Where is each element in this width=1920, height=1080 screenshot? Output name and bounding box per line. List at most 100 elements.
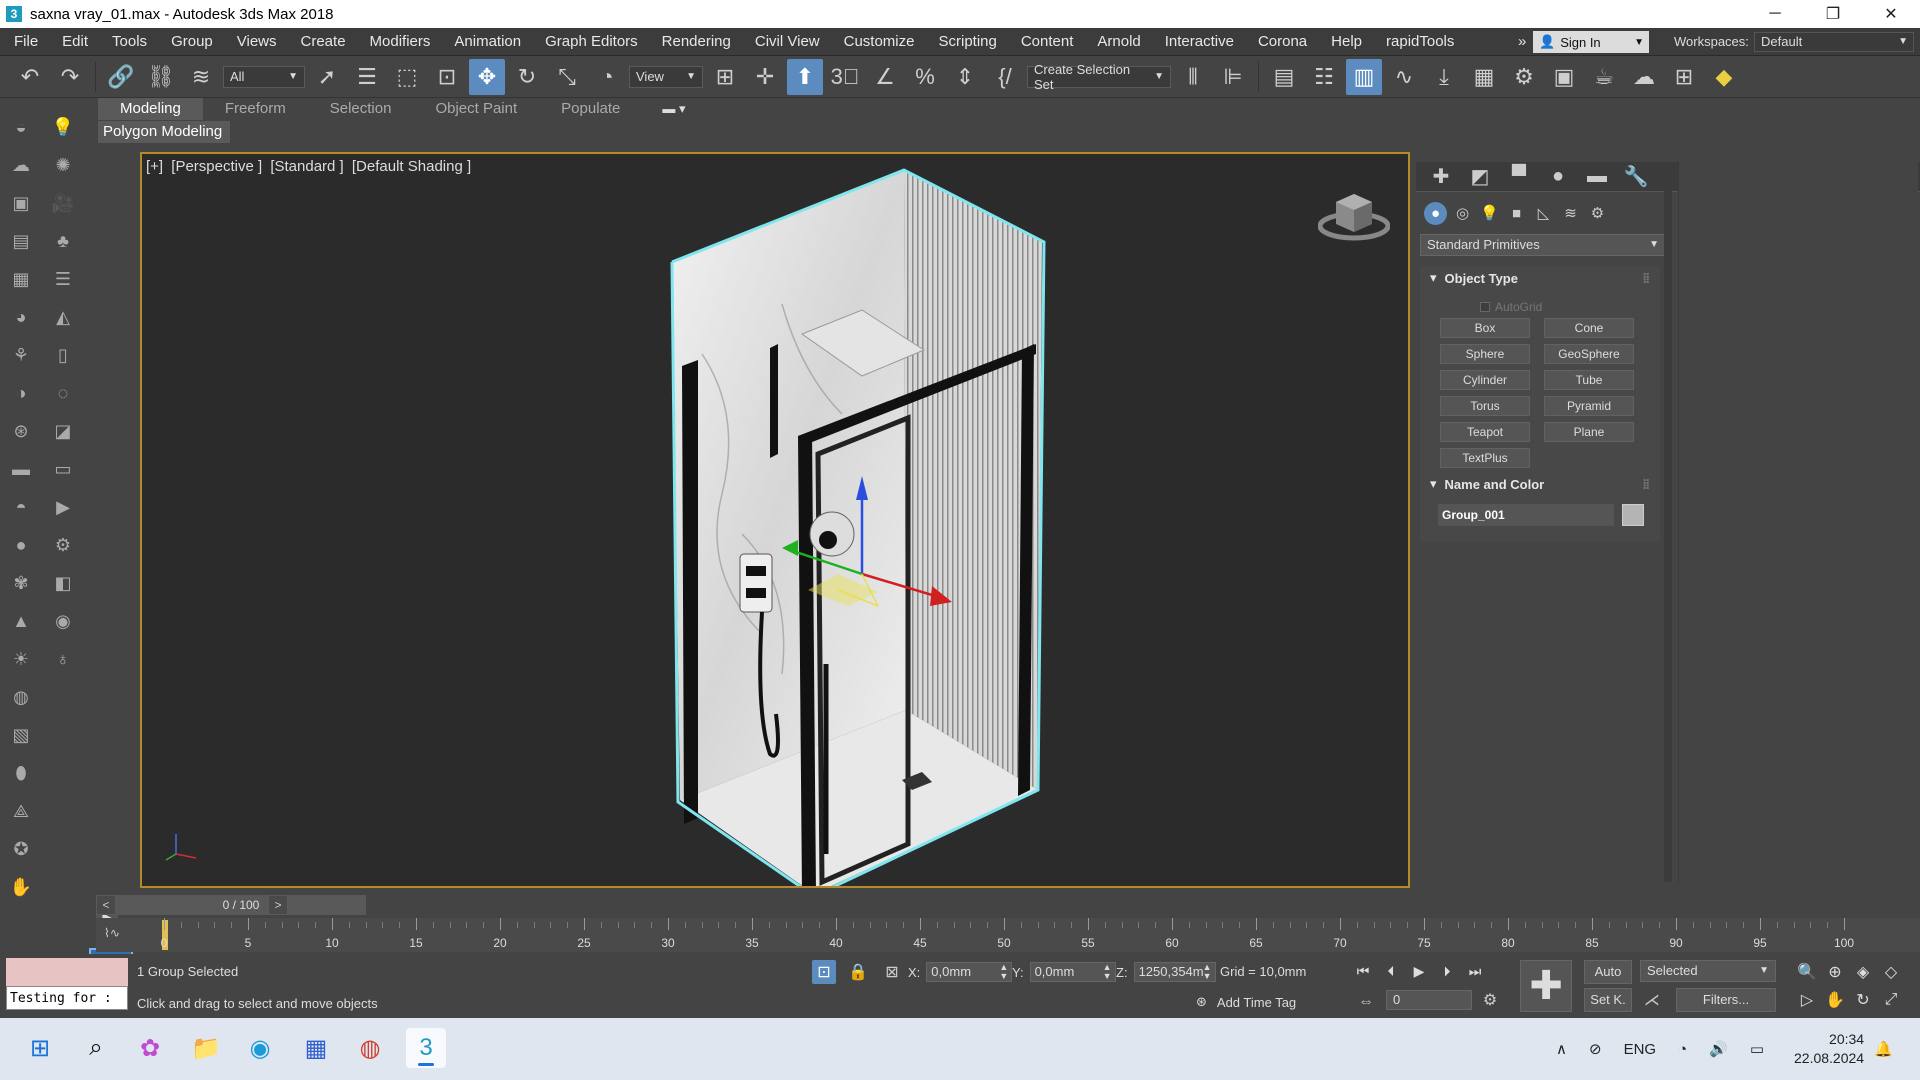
nurbs-icon[interactable]: ◕ <box>6 302 36 332</box>
time-slider[interactable]: < 0 / 100 > <box>96 895 366 915</box>
camera-icon[interactable]: 🎥 <box>48 188 78 218</box>
menu-help[interactable]: Help <box>1319 33 1374 50</box>
material-editor-icon[interactable]: ▦ <box>1466 59 1502 95</box>
object-type-header[interactable]: ▾ Object Type ⣿ <box>1420 266 1660 290</box>
maxscript-mini-listener-input[interactable]: Testing for : <box>6 986 128 1010</box>
trackbar[interactable]: ⌇∿ 0 5 10 15 20 25 30 35 40 45 50 55 60 65 70 75 80 85 90 9… <box>96 918 1920 952</box>
patch-grid-icon[interactable]: ▦ <box>6 264 36 294</box>
sphere-button[interactable]: Sphere <box>1440 344 1530 364</box>
previous-frame-icon[interactable]: ⏴ <box>1380 960 1402 982</box>
shapes-icon[interactable]: ◎ <box>1451 202 1474 225</box>
compound-icon[interactable]: ▣ <box>6 188 36 218</box>
window-icon[interactable]: ◪ <box>48 416 78 446</box>
y-field[interactable]: 0,0mm ▲ ▼ <box>1029 962 1116 982</box>
particle-icon[interactable]: ▤ <box>6 226 36 256</box>
plane-button[interactable]: Plane <box>1544 422 1634 442</box>
undo-icon[interactable]: ↶ <box>12 59 48 95</box>
menu-civil-view[interactable]: Civil View <box>743 33 832 50</box>
sign-in-dropdown[interactable]: 👤 Sign In ▼ <box>1533 31 1649 53</box>
wifi-icon[interactable]: ◔ <box>1678 1041 1687 1058</box>
render-in-cloud-icon[interactable]: ☁ <box>1626 59 1662 95</box>
create-tab-icon[interactable]: ✚ <box>1426 164 1456 190</box>
spinner-snap-icon[interactable]: ⇕ <box>947 59 983 95</box>
select-by-name-icon[interactable]: ☰ <box>349 59 385 95</box>
selection-filter-dropdown[interactable]: All ▼ <box>223 65 305 88</box>
manipulate-icon[interactable]: ✛ <box>747 59 783 95</box>
set-key-button[interactable]: Set K. <box>1584 988 1632 1012</box>
menu-content[interactable]: Content <box>1009 33 1086 50</box>
menu-graph-editors[interactable]: Graph Editors <box>533 33 650 50</box>
object-name-field[interactable]: Group_001 <box>1438 504 1614 526</box>
absolute-mode-icon[interactable]: ⊠ <box>880 960 904 984</box>
menu-edit[interactable]: Edit <box>50 33 100 50</box>
utilities-tab-icon[interactable]: 🔧 <box>1621 164 1651 190</box>
door-icon[interactable]: ▯ <box>48 340 78 370</box>
name-and-color-header[interactable]: ▾ Name and Color ⣿ <box>1420 472 1660 496</box>
scene-explorer-icon[interactable]: ☷ <box>1306 59 1342 95</box>
play-icon[interactable]: ▶ <box>1408 960 1430 982</box>
maxscript-listener[interactable]: Testing for : <box>6 958 128 1014</box>
microsoft-store-icon[interactable]: ▦ <box>296 1028 336 1068</box>
tab-populate[interactable]: Populate <box>539 98 642 120</box>
sphere-icon[interactable]: ● <box>6 530 36 560</box>
chrome-icon[interactable]: ◍ <box>350 1028 390 1068</box>
3dsmax-taskbar-icon[interactable]: 3 <box>406 1028 446 1068</box>
x-field[interactable]: 0,0mm ▲ ▼ <box>926 962 1013 982</box>
helpers-icon[interactable]: ◺ <box>1532 202 1555 225</box>
torus-knot-icon[interactable]: ✾ <box>6 568 36 598</box>
add-time-tag[interactable]: ⊛ Add Time Tag <box>1196 994 1296 1010</box>
geometry-icon[interactable]: ● <box>1424 201 1447 225</box>
reference-coordinate-dropdown[interactable]: View ▼ <box>629 65 703 88</box>
zoom-icon[interactable]: 🔍 <box>1795 960 1819 984</box>
tab-object-paint[interactable]: Object Paint <box>413 98 539 120</box>
render-setup-icon[interactable]: ⚙ <box>1506 59 1542 95</box>
teapot-button[interactable]: Teapot <box>1440 422 1530 442</box>
search-icon[interactable]: ⌕ <box>76 1028 116 1068</box>
asset-library-icon[interactable]: ⊞ <box>1666 59 1702 95</box>
textplus-button[interactable]: TextPlus <box>1440 448 1530 468</box>
zoom-extents-all-icon[interactable]: ◇ <box>1879 960 1903 984</box>
hatch-icon[interactable]: ▧ <box>6 720 36 750</box>
viewport-style[interactable]: [Standard ] <box>270 158 343 175</box>
display-tab-icon[interactable]: ▬ <box>1582 164 1612 190</box>
edit-named-selection-icon[interactable]: {/ <box>987 59 1023 95</box>
pyramid-button[interactable]: Pyramid <box>1544 396 1634 416</box>
select-object-icon[interactable]: ➚ <box>309 59 345 95</box>
curve-editor-icon[interactable]: ∿ <box>1386 59 1422 95</box>
menu-customize[interactable]: Customize <box>832 33 927 50</box>
box-icon[interactable]: ▬ <box>6 454 36 484</box>
hierarchy-tab-icon[interactable]: ▀ <box>1504 164 1534 190</box>
lights-icon[interactable]: 💡 <box>1478 202 1501 225</box>
gold-sphere-icon[interactable]: ◍ <box>6 682 36 712</box>
orbit-icon[interactable]: ↻ <box>1851 988 1875 1012</box>
redo-icon[interactable]: ↷ <box>52 59 88 95</box>
hemisphere-icon[interactable]: ◓ <box>6 492 36 522</box>
menu-file[interactable]: File <box>0 33 50 50</box>
stairs-icon[interactable]: ◭ <box>48 302 78 332</box>
sun-icon[interactable]: ✺ <box>48 150 78 180</box>
clock[interactable]: 20:34 22.08.2024 <box>1794 1030 1864 1068</box>
field-of-view-icon[interactable]: ▷ <box>1795 988 1819 1012</box>
language-indicator[interactable]: ENG <box>1624 1041 1657 1058</box>
object-color-swatch[interactable] <box>1622 504 1644 526</box>
selection-lock-icon[interactable]: 🔒 <box>846 960 870 984</box>
tab-modeling[interactable]: Modeling <box>98 98 203 120</box>
snaps-toggle-icon[interactable]: 3⃣ <box>827 59 863 95</box>
menu-arnold[interactable]: Arnold <box>1085 33 1152 50</box>
close-button[interactable]: ✕ <box>1862 0 1920 28</box>
menu-corona[interactable]: Corona <box>1246 33 1319 50</box>
goto-end-icon[interactable]: ⏭ <box>1464 960 1486 982</box>
z-field[interactable]: 1250,354m ▲ ▼ <box>1133 962 1216 982</box>
extended-primitives-icon[interactable]: ☁ <box>6 150 36 180</box>
geosphere-button[interactable]: GeoSphere <box>1544 344 1634 364</box>
current-frame-field[interactable]: 0 <box>1386 990 1472 1010</box>
next-frame-icon[interactable]: ⏵ <box>1436 960 1458 982</box>
motion-tab-icon[interactable]: ● <box>1543 164 1573 190</box>
film-icon[interactable]: ⊛ <box>6 416 36 446</box>
tab-freeform[interactable]: Freeform <box>203 98 308 120</box>
menu-rapidtools[interactable]: rapidTools <box>1374 33 1466 50</box>
notifications-bell-icon[interactable]: 🔔 <box>1874 1018 1893 1080</box>
pivot-center-icon[interactable]: ⊞ <box>707 59 743 95</box>
standard-primitives-icon[interactable]: ◒ <box>6 112 36 142</box>
workspace-select[interactable]: Default ▼ <box>1754 32 1914 52</box>
